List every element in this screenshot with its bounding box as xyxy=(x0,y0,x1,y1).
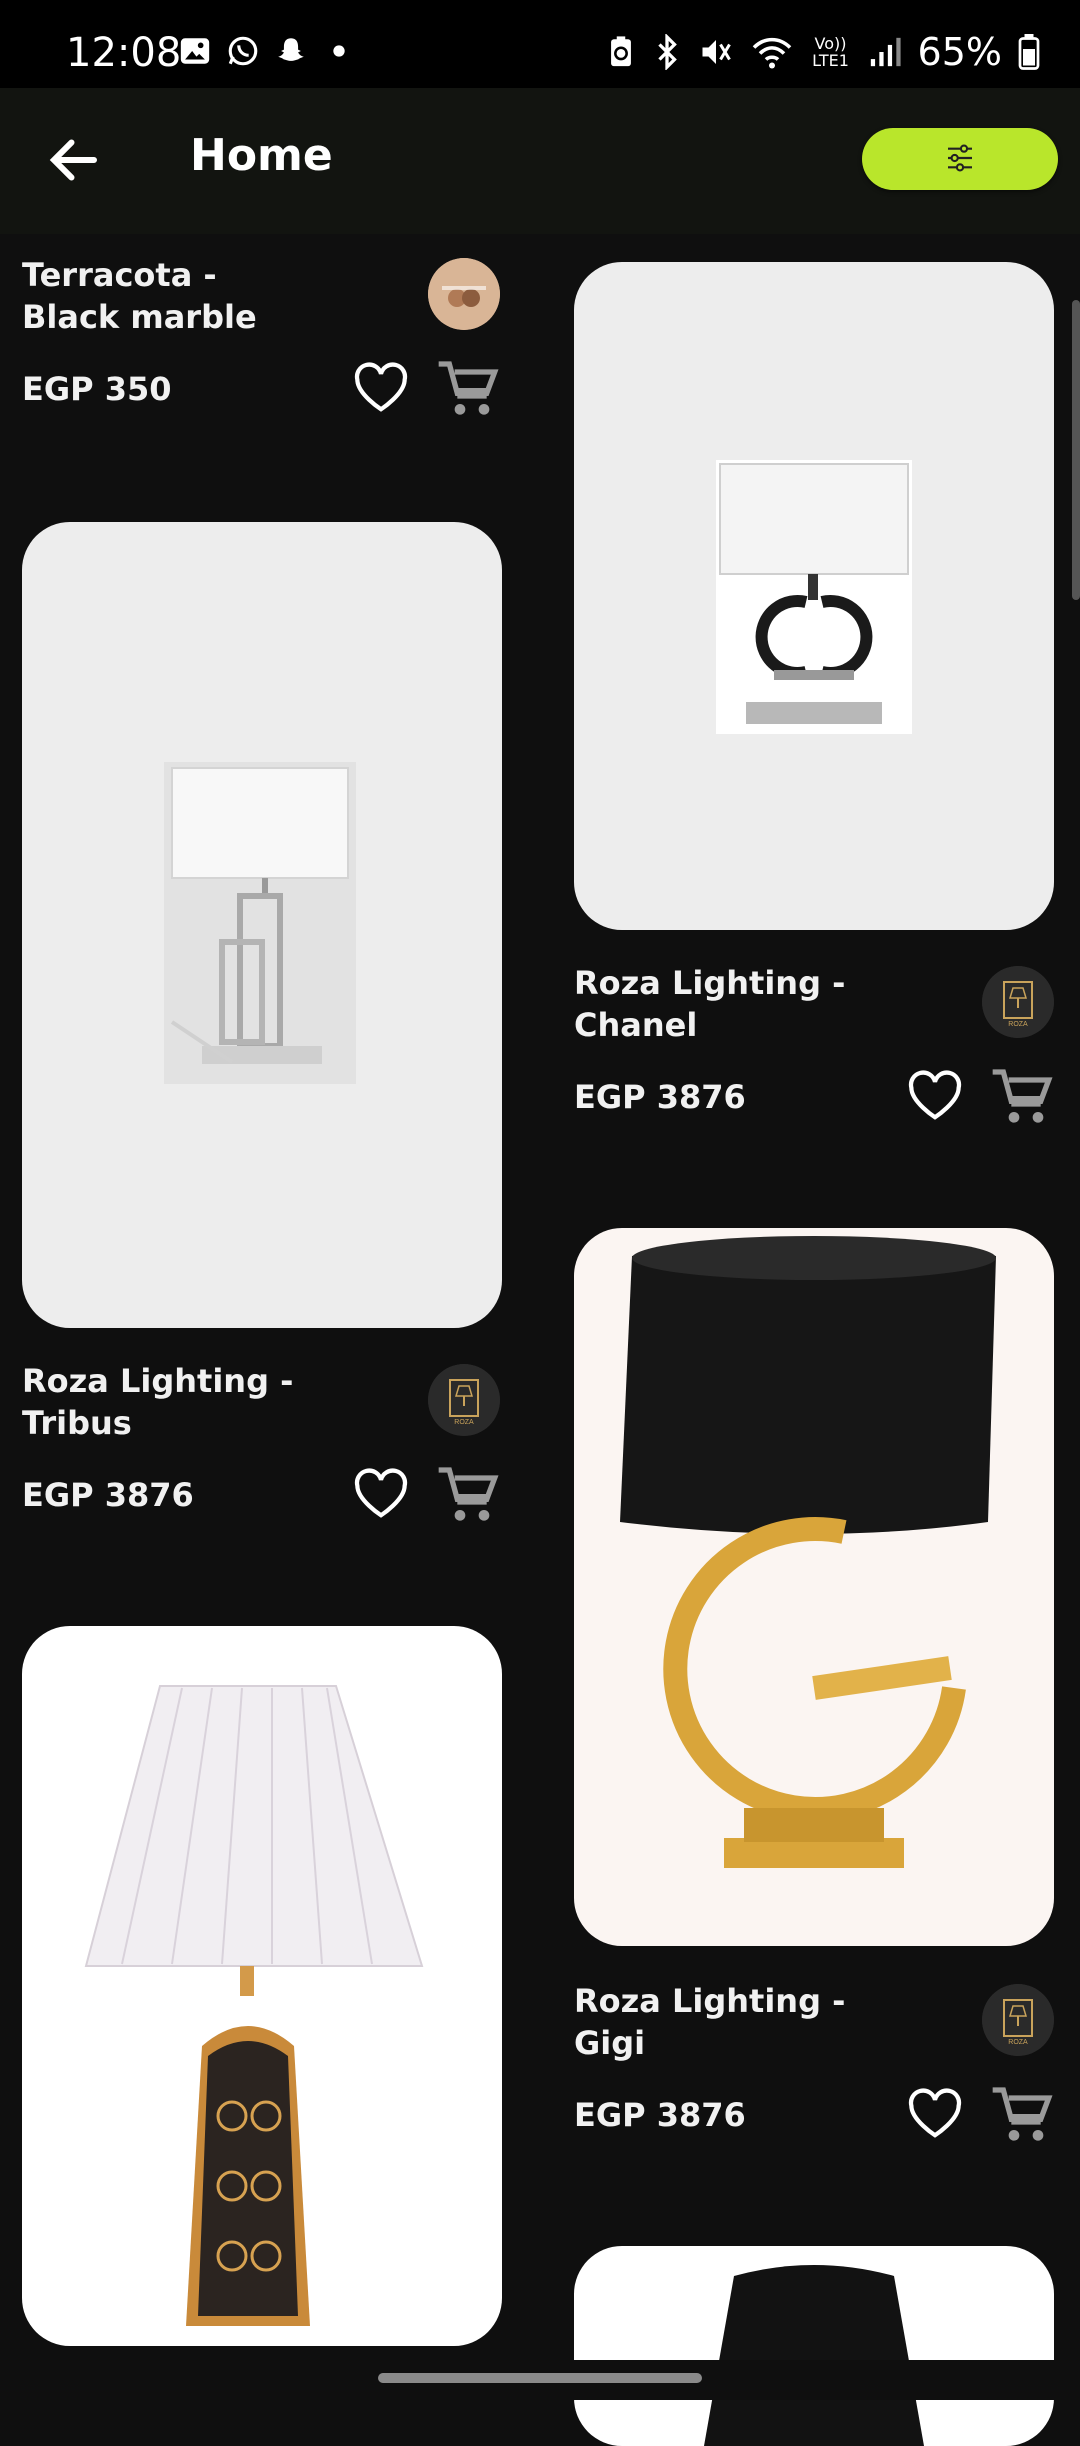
product-image[interactable] xyxy=(22,522,502,1328)
product-price: EGP 3876 xyxy=(574,1078,746,1116)
system-icons: Vo)) LTE1 65% xyxy=(606,30,1040,74)
product-price: EGP 3876 xyxy=(22,1476,194,1514)
heart-icon[interactable] xyxy=(352,1468,410,1520)
product-image[interactable] xyxy=(574,2246,1054,2446)
roza-lighting-logo-icon: ROZA xyxy=(982,966,1054,1038)
brand-logo-terracota[interactable] xyxy=(428,258,500,330)
back-arrow-icon xyxy=(49,139,97,181)
brand-logo-roza[interactable]: ROZA xyxy=(982,1984,1054,2056)
tribus-lamp-image xyxy=(164,762,356,1084)
bluetooth-icon xyxy=(657,34,677,70)
product-name: Roza Lighting - Tribus xyxy=(22,1362,294,1442)
product-name: Roza Lighting - Gigi xyxy=(574,1982,846,2062)
signal-icon xyxy=(870,37,901,67)
gallery-icon xyxy=(180,38,210,64)
chanel-lamp-image xyxy=(716,460,912,734)
heart-icon[interactable] xyxy=(906,2088,964,2140)
back-button[interactable] xyxy=(44,130,104,190)
sliders-icon xyxy=(948,144,972,172)
svg-text:ROZA: ROZA xyxy=(1008,1021,1028,1028)
heart-icon[interactable] xyxy=(352,362,410,414)
filter-button[interactable] xyxy=(862,128,1058,190)
product-price: EGP 3876 xyxy=(574,2096,746,2134)
whatsapp-icon xyxy=(228,36,258,66)
dot-icon xyxy=(333,45,345,57)
page-title: Home xyxy=(190,130,333,181)
svg-text:ROZA: ROZA xyxy=(454,1419,474,1426)
cart-icon[interactable] xyxy=(990,1066,1054,1126)
product-name: Roza Lighting - Chanel xyxy=(574,964,846,1044)
cart-icon[interactable] xyxy=(436,358,500,418)
heart-icon[interactable] xyxy=(906,1070,964,1122)
svg-text:ROZA: ROZA xyxy=(1008,2039,1028,2046)
product-image[interactable] xyxy=(574,1228,1054,1946)
black-lamp-image xyxy=(704,2265,924,2446)
volte-icon: Vo)) LTE1 xyxy=(812,34,849,70)
scrollbar[interactable] xyxy=(1072,300,1080,600)
notification-icons xyxy=(178,34,356,68)
product-image[interactable] xyxy=(574,262,1054,930)
product-price: EGP 350 xyxy=(22,370,172,408)
home-indicator[interactable] xyxy=(378,2373,702,2383)
gigi-lamp-image xyxy=(620,1236,996,1868)
battery-icon xyxy=(1018,34,1040,70)
cart-icon[interactable] xyxy=(436,1464,500,1524)
brand-logo-roza[interactable]: ROZA xyxy=(428,1364,500,1436)
cart-icon[interactable] xyxy=(990,2084,1054,2144)
app-bar: Home xyxy=(0,88,1080,234)
pleated-lamp-image xyxy=(84,1685,424,2326)
status-bar: 12:08 Vo)) LTE1 65% xyxy=(0,0,1080,88)
mute-icon xyxy=(702,40,731,64)
roza-lighting-logo-icon: ROZA xyxy=(982,1984,1054,2056)
terracota-logo-icon xyxy=(428,258,500,330)
roza-lighting-logo-icon: ROZA xyxy=(428,1364,500,1436)
product-image[interactable] xyxy=(22,1626,502,2346)
brand-logo-roza[interactable]: ROZA xyxy=(982,966,1054,1038)
battery-saver-icon xyxy=(610,36,631,67)
status-time: 12:08 xyxy=(66,30,182,76)
snapchat-icon xyxy=(278,38,304,61)
product-name: Terracota - Black marble xyxy=(22,256,257,336)
wifi-icon xyxy=(752,37,791,69)
battery-percent: 65% xyxy=(917,30,1002,74)
